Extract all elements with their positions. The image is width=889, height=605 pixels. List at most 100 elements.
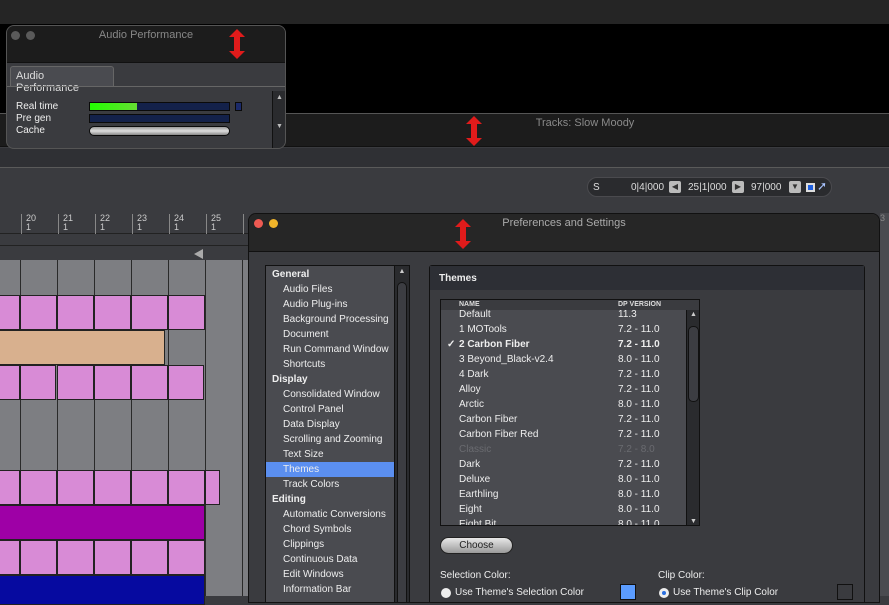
nav-item[interactable]: Continuous Data — [266, 552, 394, 567]
midi-clip[interactable] — [94, 470, 131, 505]
clip-color-swatch[interactable] — [837, 584, 853, 600]
use-theme-selection-color-radio[interactable] — [441, 588, 451, 598]
nav-item[interactable]: Scrolling and Zooming — [266, 432, 394, 447]
midi-clip[interactable] — [0, 505, 205, 540]
theme-row[interactable]: Carbon Fiber Red 7.2 - 11.0 — [441, 427, 686, 442]
theme-version: 7.2 - 11.0 — [618, 414, 660, 425]
scrollbar[interactable]: ▲ ▼ — [272, 91, 285, 148]
theme-name: 3 Beyond_Black-v2.4 — [459, 354, 554, 365]
scroll-thumb[interactable] — [688, 326, 699, 402]
midi-clip[interactable] — [131, 365, 168, 400]
midi-clip[interactable] — [20, 470, 57, 505]
nav-item[interactable]: Automatic Conversions — [266, 507, 394, 522]
theme-row[interactable]: Carbon Fiber 7.2 - 11.0 — [441, 412, 686, 427]
selection-color-swatch[interactable] — [620, 584, 636, 600]
midi-clip[interactable] — [94, 365, 131, 400]
theme-row[interactable]: Deluxe 8.0 - 11.0 — [441, 472, 686, 487]
nav-item[interactable]: Clippings — [266, 537, 394, 552]
triangle-right-icon[interactable]: ▶ — [732, 181, 744, 193]
theme-row[interactable]: ✓ 2 Carbon Fiber 7.2 - 11.0 — [441, 337, 686, 352]
theme-row[interactable]: Dark 7.2 - 11.0 — [441, 457, 686, 472]
scroll-up-icon[interactable]: ▲ — [687, 311, 699, 318]
nav-item[interactable]: Audio Plug-ins — [266, 297, 394, 312]
midi-clip[interactable] — [168, 470, 205, 505]
selection-toggle-icon[interactable] — [806, 183, 815, 192]
use-theme-clip-color-radio[interactable] — [659, 588, 669, 598]
midi-clip[interactable] — [168, 295, 205, 330]
midi-clip[interactable] — [131, 295, 168, 330]
midi-clip[interactable] — [20, 365, 56, 400]
midi-clip[interactable] — [0, 365, 20, 400]
theme-row[interactable]: Default 11.3 — [441, 307, 686, 322]
nav-item[interactable]: Chord Symbols — [266, 522, 394, 537]
midi-clip[interactable] — [57, 540, 94, 575]
scroll-thumb[interactable] — [397, 282, 407, 602]
use-theme-clip-color-label[interactable]: Use Theme's Clip Color — [673, 587, 778, 598]
theme-row[interactable]: Earthling 8.0 - 11.0 — [441, 487, 686, 502]
themes-panel: Themes NAME DP VERSION Default 11.3 1 MOTo… — [429, 265, 865, 602]
nav-item[interactable]: Edit Windows — [266, 567, 394, 582]
midi-clip[interactable] — [20, 295, 57, 330]
end-time[interactable]: 97|000 — [751, 182, 781, 193]
midi-clip[interactable] — [0, 470, 20, 505]
midi-clip[interactable] — [0, 575, 205, 605]
window-edge: 3 — [880, 213, 889, 596]
midi-clip[interactable] — [205, 470, 220, 505]
nav-item[interactable]: Run Command Window — [266, 342, 394, 357]
theme-row[interactable]: 3 Beyond_Black-v2.4 8.0 - 11.0 — [441, 352, 686, 367]
triangle-down-icon[interactable]: ▼ — [789, 181, 801, 193]
tracks-grid[interactable] — [0, 260, 248, 605]
theme-row[interactable]: Classic 7.2 - 8.0 — [441, 442, 686, 457]
theme-row[interactable]: 4 Dark 7.2 - 11.0 — [441, 367, 686, 382]
scroll-down-icon[interactable]: ▼ — [690, 518, 697, 525]
loop-end-marker[interactable] — [194, 249, 203, 259]
preferences-titlebar[interactable]: Preferences and Settings — [249, 214, 879, 252]
theme-row[interactable]: Arctic 8.0 - 11.0 — [441, 397, 686, 412]
midi-clip[interactable] — [57, 470, 94, 505]
theme-list-scrollbar[interactable]: ▲ ▼ — [686, 310, 699, 525]
midi-clip[interactable] — [168, 365, 204, 400]
now-time[interactable]: 25|1|000 — [688, 182, 727, 193]
use-theme-selection-color-label[interactable]: Use Theme's Selection Color — [455, 587, 584, 598]
theme-row[interactable]: Eight Bit 8.0 - 11.0 — [441, 517, 686, 525]
nav-item[interactable]: Control Panel — [266, 402, 394, 417]
theme-row[interactable]: Alloy 7.2 - 11.0 — [441, 382, 686, 397]
timeline-ruler[interactable]: 20 1 21 1 22 1 23 1 24 1 25 1 — [0, 210, 250, 234]
resize-arrow-icon[interactable] — [229, 29, 245, 59]
audio-clip[interactable] — [0, 330, 165, 365]
nav-item[interactable]: Audio Files — [266, 282, 394, 297]
midi-clip[interactable] — [94, 295, 131, 330]
nav-item[interactable]: Document — [266, 327, 394, 342]
audio-performance-titlebar[interactable]: Audio Performance — [7, 26, 285, 63]
resize-arrow-icon[interactable] — [466, 116, 482, 146]
midi-clip[interactable] — [0, 540, 20, 575]
midi-clip[interactable] — [131, 470, 168, 505]
theme-row[interactable]: Eight 8.0 - 11.0 — [441, 502, 686, 517]
tab-audio-performance[interactable]: Audio Performance — [10, 66, 114, 94]
midi-clip[interactable] — [0, 295, 20, 330]
resize-arrow-icon[interactable] — [455, 219, 471, 249]
theme-row[interactable]: 1 MOTools 7.2 - 11.0 — [441, 322, 686, 337]
choose-button[interactable]: Choose — [440, 537, 513, 554]
start-time[interactable]: 0|4|000 — [631, 182, 664, 193]
nav-item[interactable]: Consolidated Window — [266, 387, 394, 402]
nav-item[interactable]: Information Bar — [266, 582, 394, 597]
midi-clip[interactable] — [168, 540, 205, 575]
midi-clip[interactable] — [131, 540, 168, 575]
scroll-up-icon[interactable]: ▲ — [395, 268, 409, 275]
triangle-left-icon[interactable]: ◀ — [669, 181, 681, 193]
nav-item[interactable]: Track Colors — [266, 477, 394, 492]
nav-item[interactable]: Background Processing — [266, 312, 394, 327]
nav-item[interactable]: Themes — [266, 462, 394, 477]
midi-clip[interactable] — [57, 295, 94, 330]
solo-button[interactable]: S — [593, 182, 600, 193]
nav-item[interactable]: Data Display — [266, 417, 394, 432]
pointer-icon[interactable]: ➚ — [817, 179, 827, 193]
midi-clip[interactable] — [94, 540, 131, 575]
nav-scrollbar[interactable]: ▲ — [394, 266, 409, 602]
loop-bar[interactable] — [0, 234, 250, 246]
nav-item[interactable]: Text Size — [266, 447, 394, 462]
midi-clip[interactable] — [20, 540, 57, 575]
midi-clip[interactable] — [57, 365, 94, 400]
nav-item[interactable]: Shortcuts — [266, 357, 394, 372]
